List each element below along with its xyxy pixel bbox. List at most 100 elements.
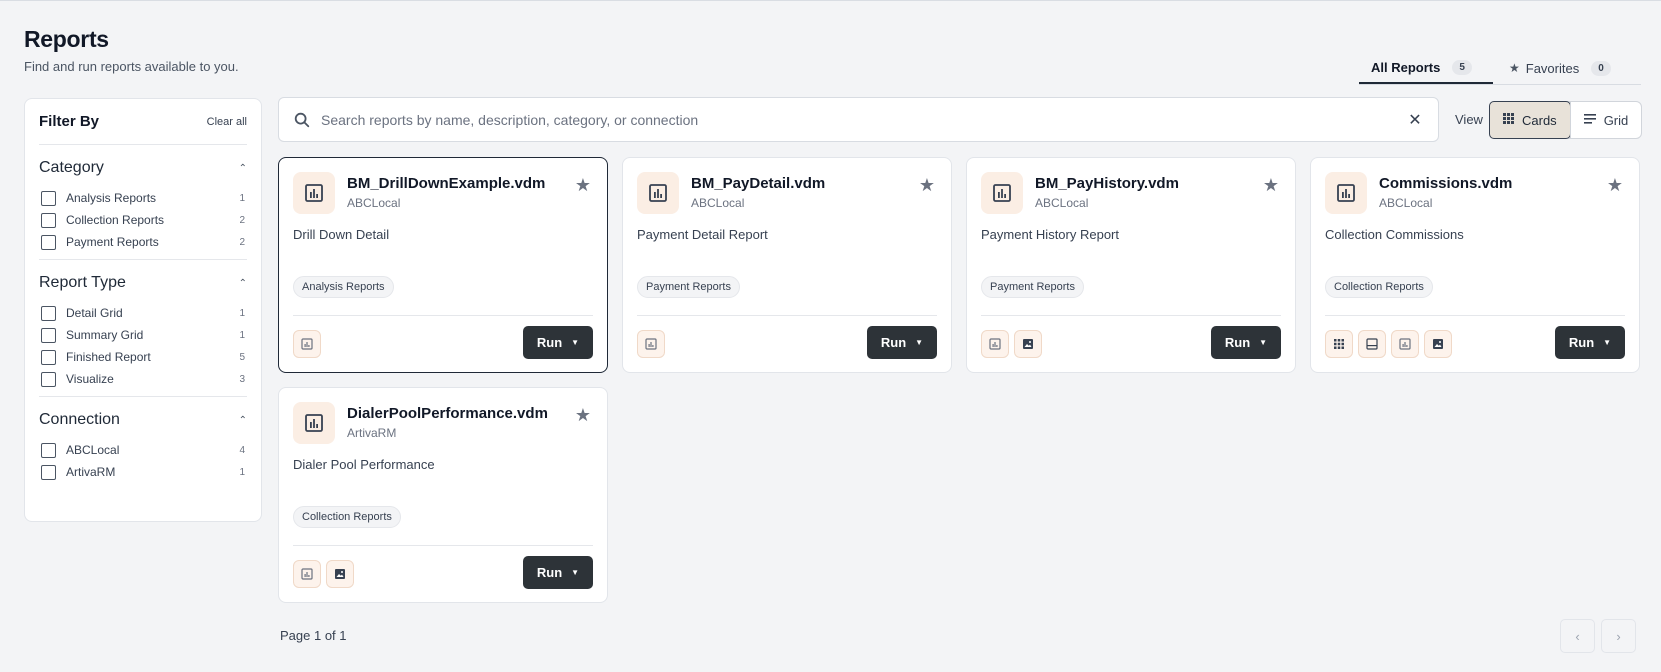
filter-header: Filter By Clear all	[39, 99, 247, 145]
report-title: BM_PayHistory.vdm	[1035, 175, 1179, 192]
pagination-text: Page 1 of 1	[280, 628, 347, 643]
category-chip: Collection Reports	[1325, 276, 1433, 298]
section-header[interactable]: Connection ⌃	[39, 401, 247, 439]
filter-option-count: 4	[239, 444, 245, 456]
checkbox[interactable]	[41, 190, 56, 206]
page-header: Reports Find and run reports available t…	[24, 26, 239, 74]
run-label: Run	[536, 335, 563, 350]
filter-option-visualize[interactable]: Visualize 3	[39, 368, 247, 390]
filter-option-count: 2	[239, 236, 245, 248]
tab-all-reports[interactable]: All Reports 5	[1359, 52, 1493, 84]
filter-option-payment-reports[interactable]: Payment Reports 2	[39, 231, 247, 253]
checkbox[interactable]	[41, 234, 56, 250]
section-header[interactable]: Category ⌃	[39, 149, 247, 187]
filter-option-detail-grid[interactable]: Detail Grid 1	[39, 302, 247, 324]
filter-option-count: 1	[239, 329, 245, 341]
report-card[interactable]: Commissions.vdm ABCLocal ★ Collection Commi…	[1310, 157, 1640, 373]
clear-all-button[interactable]: Clear all	[207, 116, 247, 128]
section-title: Category	[39, 159, 104, 176]
run-label: Run	[1224, 335, 1251, 350]
card-divider	[1325, 315, 1625, 316]
report-description: Drill Down Detail	[293, 227, 390, 242]
filter-section-report-type: Report Type ⌃ Detail Grid 1 Summary Grid 1 Fin…	[39, 264, 247, 397]
favorite-star-icon[interactable]: ★	[1263, 176, 1279, 194]
visualize-icon[interactable]	[1014, 330, 1042, 358]
output-type-icons	[1325, 330, 1452, 358]
category-chip: Payment Reports	[637, 276, 740, 298]
filter-title: Filter By	[39, 113, 100, 130]
report-card[interactable]: BM_PayDetail.vdm ABCLocal ★ Payment Detail …	[622, 157, 952, 373]
card-divider	[981, 315, 1281, 316]
report-description: Payment Detail Report	[637, 227, 768, 242]
finished-report-icon[interactable]	[293, 560, 321, 588]
run-button[interactable]: Run ▼	[867, 326, 937, 359]
finished-report-icon[interactable]	[293, 330, 321, 358]
chevron-up-icon[interactable]: ⌃	[239, 163, 247, 174]
report-description: Collection Commissions	[1325, 227, 1464, 242]
run-button[interactable]: Run ▼	[523, 326, 593, 359]
prev-page-button[interactable]: ‹	[1560, 619, 1595, 653]
checkbox[interactable]	[41, 327, 56, 343]
filter-section-connection: Connection ⌃ ABCLocal 4 ArtivaRM 1	[39, 401, 247, 489]
finished-report-icon[interactable]	[1391, 330, 1419, 358]
cards-view-button[interactable]: Cards	[1489, 101, 1571, 139]
report-connection: ABCLocal	[691, 196, 745, 210]
filter-option-count: 1	[239, 307, 245, 319]
checkbox[interactable]	[41, 349, 56, 365]
filter-option-label: ABCLocal	[66, 443, 120, 457]
report-card[interactable]: BM_DrillDownExample.vdm ABCLocal ★ Drill Do…	[278, 157, 608, 373]
filter-option-collection-reports[interactable]: Collection Reports 2	[39, 209, 247, 231]
output-type-icons	[293, 330, 321, 358]
filter-option-summary-grid[interactable]: Summary Grid 1	[39, 324, 247, 346]
visualize-icon[interactable]	[326, 560, 354, 588]
tab-favorites[interactable]: ★ Favorites 0	[1493, 52, 1611, 84]
favorite-star-icon[interactable]: ★	[919, 176, 935, 194]
chevron-up-icon[interactable]: ⌃	[239, 278, 247, 289]
filter-option-label: Detail Grid	[66, 306, 123, 320]
filter-option-analysis-reports[interactable]: Analysis Reports 1	[39, 187, 247, 209]
card-divider	[293, 545, 593, 546]
filter-option-label: ArtivaRM	[66, 465, 116, 479]
report-description: Payment History Report	[981, 227, 1119, 242]
filter-option-label: Finished Report	[66, 350, 151, 364]
chevron-down-icon: ▼	[571, 568, 580, 577]
close-icon[interactable]: ✕	[1406, 110, 1424, 130]
report-connection: ArtivaRM	[347, 426, 397, 440]
chevron-up-icon[interactable]: ⌃	[239, 415, 247, 426]
favorite-star-icon[interactable]: ★	[575, 176, 591, 194]
detail-grid-icon[interactable]	[1325, 330, 1353, 358]
filter-option-count: 3	[239, 373, 245, 385]
run-label: Run	[880, 335, 907, 350]
summary-grid-icon[interactable]	[1358, 330, 1386, 358]
view-option-label: Grid	[1603, 112, 1629, 128]
output-type-icons	[637, 330, 665, 358]
finished-report-icon[interactable]	[981, 330, 1009, 358]
filter-option-abclocal[interactable]: ABCLocal 4	[39, 439, 247, 461]
report-connection: ABCLocal	[347, 196, 401, 210]
run-button[interactable]: Run ▼	[1555, 326, 1625, 359]
section-header[interactable]: Report Type ⌃	[39, 264, 247, 302]
checkbox[interactable]	[41, 464, 56, 480]
page-title: Reports	[24, 26, 109, 52]
report-card[interactable]: BM_PayHistory.vdm ABCLocal ★ Payment Histor…	[966, 157, 1296, 373]
report-card[interactable]: DialerPoolPerformance.vdm ArtivaRM ★ Dialer…	[278, 387, 608, 603]
checkbox[interactable]	[41, 442, 56, 458]
filter-option-artivarm[interactable]: ArtivaRM 1	[39, 461, 247, 483]
filter-option-count: 1	[239, 466, 245, 478]
next-page-button[interactable]: ›	[1601, 619, 1636, 653]
checkbox[interactable]	[41, 212, 56, 228]
visualize-icon[interactable]	[1424, 330, 1452, 358]
top-border	[0, 0, 1661, 3]
search-input[interactable]	[321, 111, 1406, 128]
checkbox[interactable]	[41, 371, 56, 387]
report-chart-icon	[981, 172, 1023, 214]
filter-option-finished-report[interactable]: Finished Report 5	[39, 346, 247, 368]
favorite-star-icon[interactable]: ★	[1607, 176, 1623, 194]
run-button[interactable]: Run ▼	[523, 556, 593, 589]
grid-view-button[interactable]: Grid	[1569, 102, 1642, 138]
output-type-icons	[293, 560, 354, 588]
favorite-star-icon[interactable]: ★	[575, 406, 591, 424]
checkbox[interactable]	[41, 305, 56, 321]
finished-report-icon[interactable]	[637, 330, 665, 358]
run-button[interactable]: Run ▼	[1211, 326, 1281, 359]
